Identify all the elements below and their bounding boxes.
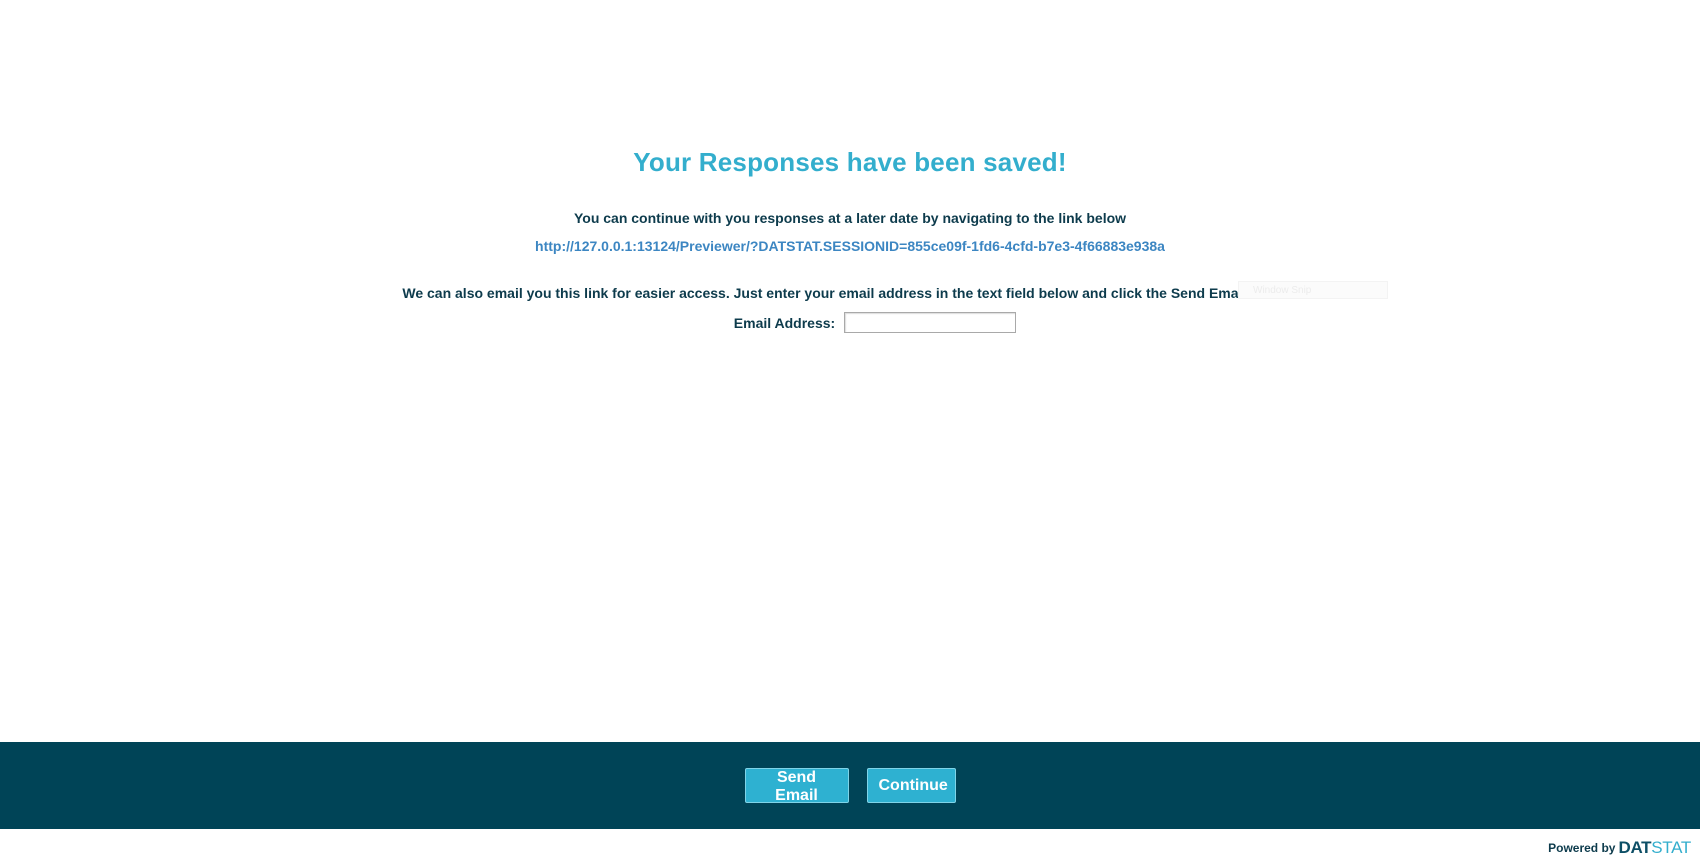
- brand-part1: DAT: [1618, 838, 1652, 857]
- email-row: Email Address:: [0, 312, 1700, 333]
- continue-button[interactable]: Continue: [866, 768, 956, 803]
- brand-part2: STAT: [1651, 838, 1691, 857]
- page-title: Your Responses have been saved!: [633, 147, 1067, 177]
- powered-by: Powered by DATSTAT: [1548, 838, 1691, 858]
- session-link[interactable]: http://127.0.0.1:13124/Previewer/?DATSTA…: [0, 238, 1700, 254]
- instructions-text: You can continue with you responses at a…: [573, 210, 1127, 226]
- page: Your Responses have been saved! You can …: [0, 0, 1700, 860]
- email-label: Email Address:: [733, 314, 836, 331]
- send-email-button[interactable]: Send Email: [744, 768, 849, 804]
- datstat-logo: DATSTAT: [1618, 838, 1691, 858]
- email-field[interactable]: [844, 312, 1017, 333]
- powered-by-label: Powered by: [1548, 841, 1616, 855]
- window-snip-overlay: Window Snip: [1238, 281, 1388, 299]
- email-info-text: We can also email you this link for easi…: [402, 285, 1298, 301]
- footer-bar: Send Email Continue: [0, 742, 1700, 829]
